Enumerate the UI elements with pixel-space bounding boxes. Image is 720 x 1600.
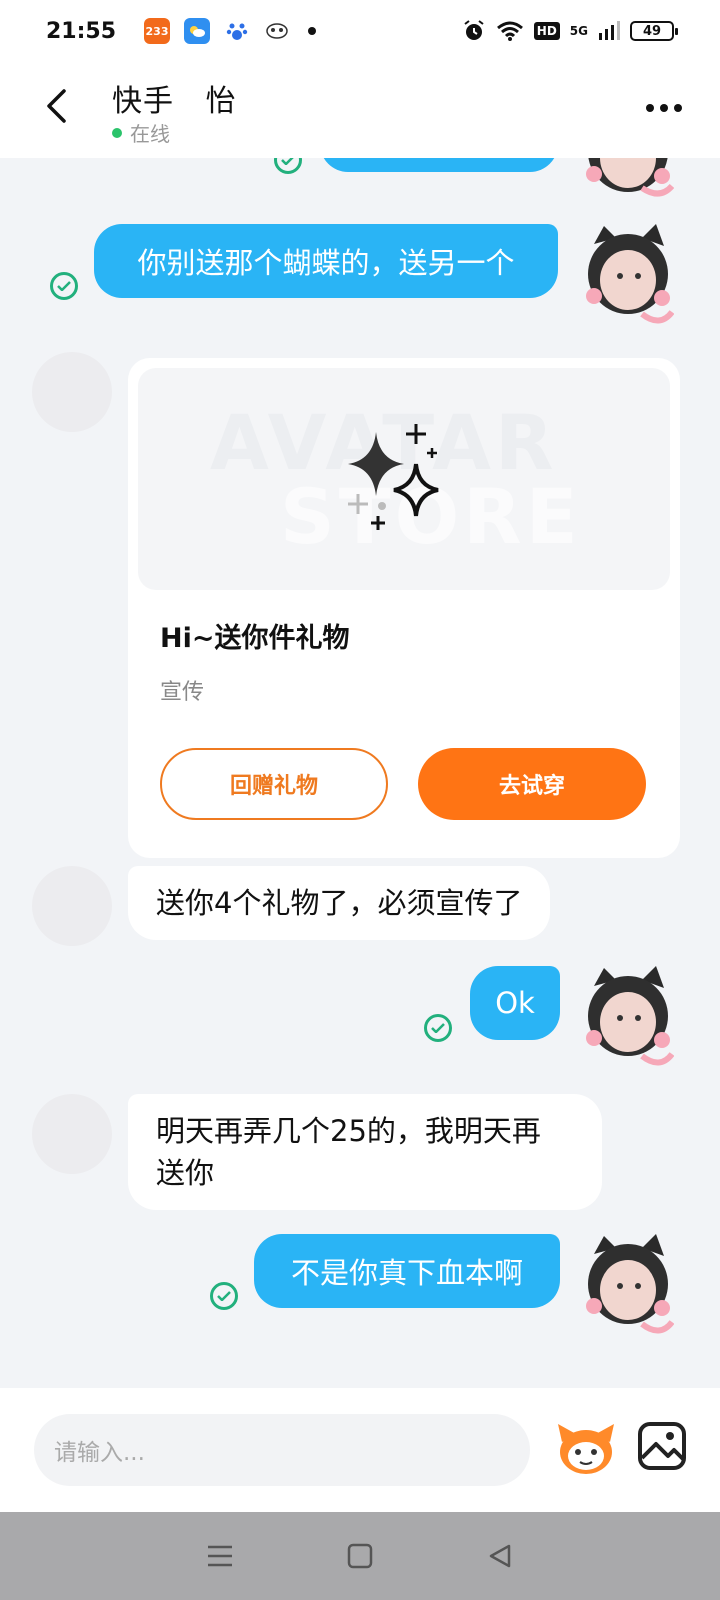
message-list[interactable]: 你别送那个蝴蝶的，送另一个 AVATAR STORE Hi~送你件礼物 宣传 回…: [0, 158, 720, 1388]
message-text: 明天再弄几个25的，我明天再: [156, 1114, 541, 1148]
message-input-placeholder: 请输入...: [54, 1440, 145, 1466]
gift-subtitle: 宣传: [160, 680, 205, 705]
message-text: 送你4个礼物了，必须宣传了: [156, 886, 523, 920]
online-dot-icon: [112, 127, 122, 138]
input-bar: 请输入...: [0, 1388, 720, 1512]
menu-icon: [208, 1545, 232, 1567]
message-text: 你别送那个蝴蝶的，送另一个: [137, 246, 515, 280]
back-button[interactable]: [34, 84, 78, 128]
image-icon: [638, 1422, 686, 1470]
read-check-icon: [50, 272, 78, 300]
menu-nav-button[interactable]: [200, 1536, 240, 1576]
back-triangle-icon: [489, 1544, 511, 1568]
contact-name: 快手 怡: [112, 84, 237, 119]
my-avatar[interactable]: [582, 966, 675, 1066]
message-bubble-received[interactable]: 送你4个礼物了，必须宣传了: [128, 866, 551, 940]
message-bubble-received[interactable]: 明天再弄几个25的，我明天再 送你: [128, 1094, 602, 1210]
chevron-left-icon: [47, 89, 66, 123]
mascot-emoji-icon: [558, 1424, 614, 1474]
message-text: Ok: [495, 986, 535, 1020]
status-time: 21:55: [46, 18, 117, 44]
read-check-icon: [424, 1014, 452, 1042]
try-on-label: 去试穿: [498, 774, 565, 799]
message-bubble-sent[interactable]: Ok: [470, 966, 560, 1040]
hd-icon: HD: [533, 22, 560, 40]
return-gift-button[interactable]: 回赠礼物: [160, 748, 388, 820]
home-square-icon: [347, 1543, 373, 1569]
more-options-button[interactable]: [644, 98, 684, 118]
gift-title: Hi~送你件礼物: [160, 623, 350, 654]
status-bar: 21:55 233 HD 5G 49: [0, 0, 720, 62]
message-bubble-partial[interactable]: [320, 158, 558, 172]
baidu-paw-icon: [224, 18, 250, 44]
battery-indicator: 49: [630, 21, 678, 41]
face-app-icon: [264, 18, 290, 44]
message-bubble-sent[interactable]: 你别送那个蝴蝶的，送另一个: [94, 224, 558, 298]
notification-icons: 233: [144, 18, 316, 44]
try-on-button[interactable]: 去试穿: [418, 748, 646, 820]
my-avatar[interactable]: [582, 158, 675, 200]
alarm-icon: [464, 20, 484, 40]
read-check-icon: [210, 1282, 238, 1310]
weather-icon: [184, 18, 210, 44]
wifi-icon: [496, 21, 523, 41]
more-notifications-dot: [308, 27, 316, 35]
contact-avatar[interactable]: [32, 352, 112, 432]
read-check-icon: [274, 158, 302, 174]
app-233-icon: 233: [144, 18, 170, 44]
image-picker-button[interactable]: [636, 1420, 688, 1472]
battery-level: 49: [642, 23, 662, 39]
message-bubble-sent[interactable]: 不是你真下血本啊: [254, 1234, 560, 1308]
signal-icon: [599, 21, 620, 40]
system-navigation-bar: [0, 1512, 720, 1600]
contact-avatar[interactable]: [32, 1094, 112, 1174]
chat-header: 快手 怡 在线: [0, 62, 720, 158]
return-gift-label: 回赠礼物: [229, 774, 318, 799]
gift-card[interactable]: AVATAR STORE Hi~送你件礼物 宣传 回赠礼物 去试穿: [128, 358, 680, 858]
message-text: 不是你真下血本啊: [290, 1256, 523, 1290]
message-text: 送你: [156, 1156, 215, 1190]
online-status-label: 在线: [130, 122, 170, 146]
back-nav-button[interactable]: [480, 1536, 520, 1576]
my-avatar[interactable]: [582, 224, 675, 324]
emoji-button[interactable]: [554, 1416, 618, 1480]
network-type: 5G: [569, 24, 588, 38]
home-nav-button[interactable]: [340, 1536, 380, 1576]
online-status: 在线: [112, 118, 170, 147]
system-indicators: HD 5G 49: [462, 19, 678, 43]
gift-banner: AVATAR STORE: [138, 368, 670, 590]
sparkle-icon: [348, 424, 439, 530]
my-avatar[interactable]: [582, 1234, 675, 1334]
message-input[interactable]: 请输入...: [34, 1414, 530, 1486]
contact-avatar[interactable]: [32, 866, 112, 946]
